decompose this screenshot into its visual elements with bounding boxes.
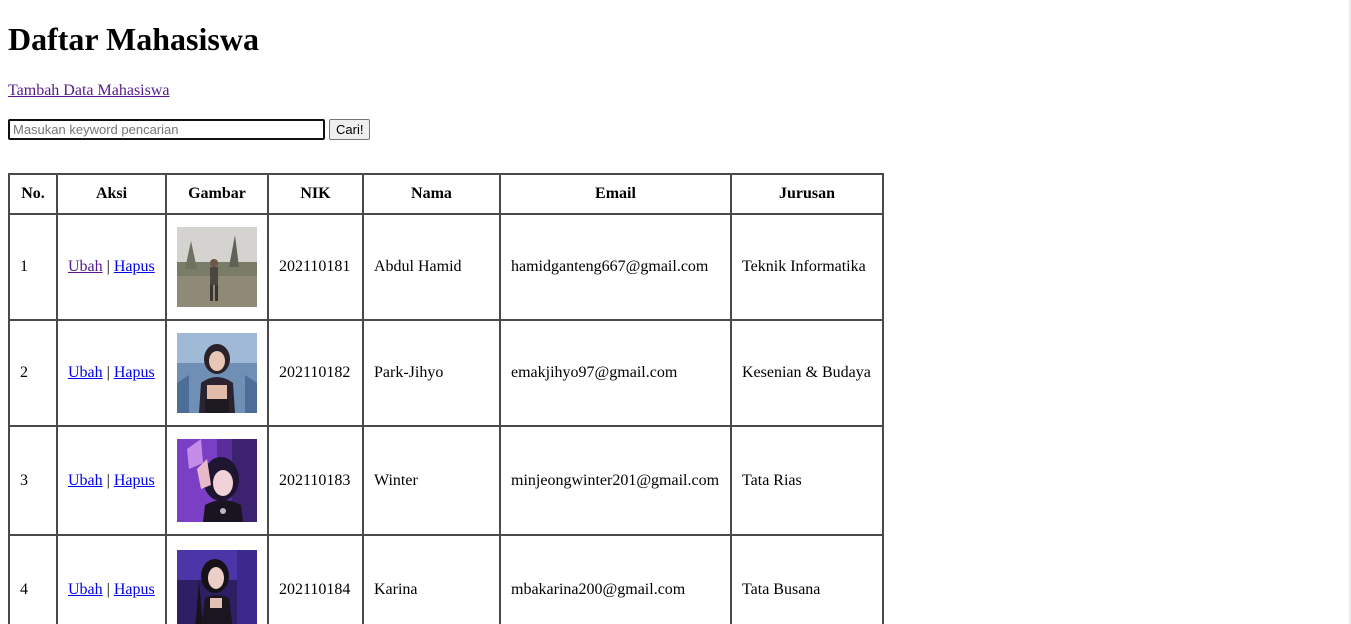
column-header-jurusan: Jurusan <box>730 173 884 215</box>
cell-jurusan: Tata Rias <box>730 425 884 536</box>
cell-actions: Ubah | Hapus <box>56 425 167 536</box>
action-separator: | <box>106 364 110 381</box>
column-header-nama: Nama <box>362 173 501 215</box>
edit-link[interactable]: Ubah <box>68 364 103 381</box>
student-photo <box>177 227 257 307</box>
student-photo <box>177 549 257 624</box>
student-photo <box>177 439 257 522</box>
cell-no: 4 <box>8 534 58 624</box>
action-separator: | <box>106 471 110 489</box>
table-row: 1 Ubah | Hapus 202110181 Abdul Hamid ham… <box>8 213 884 321</box>
edit-link[interactable]: Ubah <box>68 581 103 598</box>
table-row: 4 Ubah | Hapus 202110184 Karina mbakarin… <box>8 534 884 624</box>
cell-nik: 202110182 <box>267 319 364 427</box>
action-separator: | <box>106 258 110 275</box>
delete-link[interactable]: Hapus <box>114 258 155 275</box>
column-header-no: No. <box>8 173 58 215</box>
cell-email: emakjihyo97@gmail.com <box>499 319 732 427</box>
cell-photo <box>165 213 269 321</box>
cell-email: minjeongwinter201@gmail.com <box>499 425 732 536</box>
cell-photo <box>165 319 269 427</box>
search-form: Cari! <box>8 118 1338 140</box>
cell-nik: 202110181 <box>267 213 364 321</box>
delete-link[interactable]: Hapus <box>114 581 155 598</box>
student-table: No. Aksi Gambar NIK Nama Email Jurusan 1… <box>8 173 884 624</box>
cell-jurusan: Teknik Informatika <box>730 213 884 321</box>
add-student-link[interactable]: Tambah Data Mahasiswa <box>8 82 170 100</box>
column-header-aksi: Aksi <box>56 173 167 215</box>
cell-actions: Ubah | Hapus <box>56 213 167 321</box>
student-photo <box>177 333 257 413</box>
cell-photo <box>165 534 269 624</box>
cell-no: 2 <box>8 319 58 427</box>
cell-jurusan: Tata Busana <box>730 534 884 624</box>
cell-nama: Abdul Hamid <box>362 213 501 321</box>
cell-nik: 202110183 <box>267 425 364 536</box>
column-header-email: Email <box>499 173 732 215</box>
search-input[interactable] <box>8 118 325 140</box>
edit-link[interactable]: Ubah <box>68 258 103 275</box>
cell-no: 3 <box>8 425 58 536</box>
cell-email: mbakarina200@gmail.com <box>499 534 732 624</box>
cell-email: hamidganteng667@gmail.com <box>499 213 732 321</box>
cell-jurusan: Kesenian & Budaya <box>730 319 884 427</box>
cell-photo <box>165 425 269 536</box>
column-header-nik: NIK <box>267 173 364 215</box>
table-row: 2 Ubah | Hapus 202110182 Park-Jihyo emak… <box>8 319 884 427</box>
cell-nik: 202110184 <box>267 534 364 624</box>
edit-link[interactable]: Ubah <box>68 472 103 489</box>
delete-link[interactable]: Hapus <box>114 364 155 381</box>
action-separator: | <box>106 580 110 598</box>
page-container: Daftar Mahasiswa Tambah Data Mahasiswa C… <box>8 0 1338 624</box>
table-header-row: No. Aksi Gambar NIK Nama Email Jurusan <box>8 173 884 215</box>
delete-link[interactable]: Hapus <box>114 472 155 489</box>
cell-actions: Ubah | Hapus <box>56 319 167 427</box>
table-row: 3 Ubah | Hapus 202110183 Winter minjeong… <box>8 425 884 536</box>
cell-nama: Karina <box>362 534 501 624</box>
cell-nama: Park-Jihyo <box>362 319 501 427</box>
page-title: Daftar Mahasiswa <box>8 21 259 57</box>
cell-no: 1 <box>8 213 58 321</box>
cell-nama: Winter <box>362 425 501 536</box>
column-header-gambar: Gambar <box>165 173 269 215</box>
search-button[interactable]: Cari! <box>329 118 371 140</box>
cell-actions: Ubah | Hapus <box>56 534 167 624</box>
